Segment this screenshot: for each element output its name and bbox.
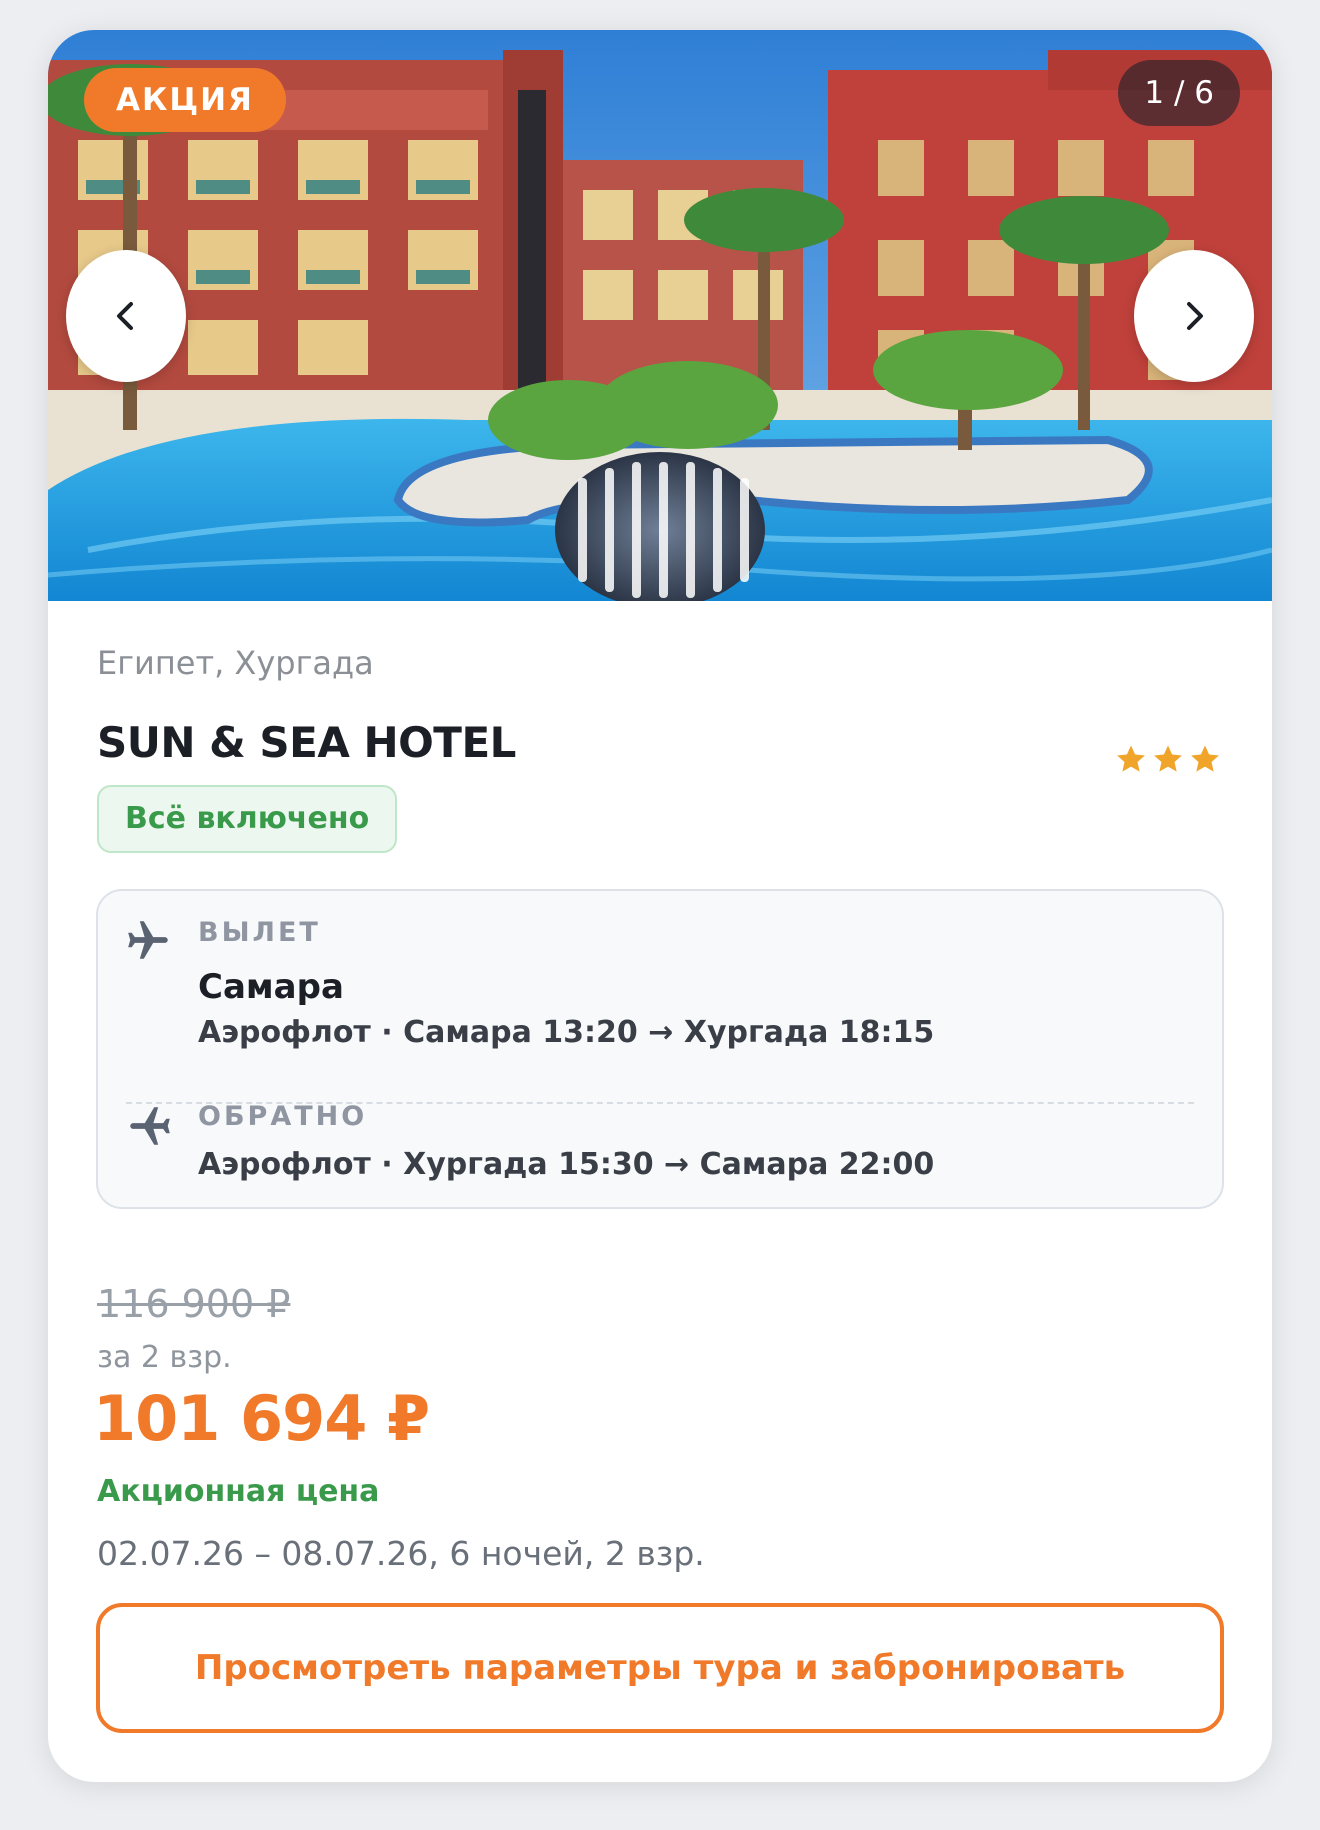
tour-dates: 02.07.26 – 08.07.26, 6 ночей, 2 взр.	[97, 1534, 705, 1573]
plane-departure-icon	[128, 921, 168, 959]
price-note: за 2 взр.	[97, 1340, 232, 1375]
current-price: 101 694 ₽	[93, 1382, 430, 1455]
view-and-book-button[interactable]: Просмотреть параметры тура и забронирова…	[96, 1603, 1224, 1733]
departure-route: Аэрофлот · Самара 13:20 → Хургада 18:15	[198, 1015, 935, 1050]
departure-label: ВЫЛЕТ	[198, 917, 321, 948]
old-price: 116 900 ₽	[97, 1282, 291, 1326]
chevron-right-icon	[1187, 302, 1203, 330]
star-icon	[1154, 745, 1182, 772]
tour-card: АКЦИЯ 1 / 6 Египет, Хургада SUN & SEA HO…	[48, 30, 1272, 1782]
meal-plan-badge: Всё включено	[97, 785, 398, 853]
gallery-prev-button[interactable]	[66, 250, 186, 382]
hotel-location: Египет, Хургада	[97, 644, 374, 682]
promo-badge: АКЦИЯ	[84, 68, 286, 132]
gallery-next-button[interactable]	[1134, 250, 1254, 382]
promo-price-label: Акционная цена	[97, 1474, 380, 1509]
return-label: ОБРАТНО	[198, 1101, 368, 1132]
return-route: Аэрофлот · Хургада 15:30 → Самара 22:00	[198, 1147, 935, 1182]
star-icon	[1191, 745, 1219, 772]
star-icon	[1117, 745, 1145, 772]
flights-panel: ВЫЛЕТ Самара Аэрофлот · Самара 13:20 → Х…	[96, 889, 1224, 1209]
slide-counter: 1 / 6	[1118, 60, 1240, 126]
chevron-left-icon	[117, 302, 133, 330]
hotel-star-rating	[1114, 742, 1222, 776]
plane-return-icon	[130, 1107, 170, 1145]
departure-city: Самара	[198, 967, 344, 1007]
hotel-name[interactable]: SUN & SEA HOTEL	[97, 718, 516, 767]
hotel-photo[interactable]: АКЦИЯ 1 / 6	[48, 30, 1272, 601]
